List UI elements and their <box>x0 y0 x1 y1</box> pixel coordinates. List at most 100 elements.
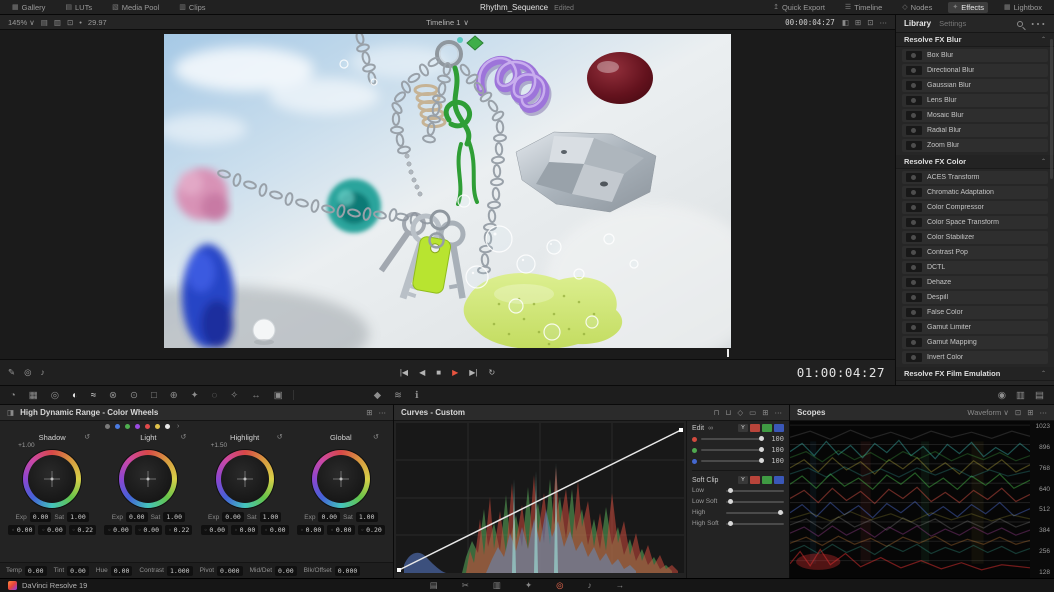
soft-clip-slider[interactable] <box>726 523 784 525</box>
fx-item[interactable]: Mosaic Blur <box>902 109 1048 122</box>
fx-item[interactable]: Box Blur <box>902 49 1048 62</box>
top-bar-button[interactable]: ↥ Quick Export <box>769 2 829 13</box>
page-button[interactable]: ♪ <box>587 580 591 591</box>
tab-library[interactable]: Library <box>904 19 931 28</box>
zone-next-icon[interactable]: › <box>177 423 179 430</box>
timeline-select[interactable]: Timeline 1∨ <box>426 18 469 27</box>
palette-icon[interactable]: ≈ <box>91 390 96 401</box>
fx-item[interactable]: Chromatic Adaptation <box>902 186 1048 199</box>
rgb-value[interactable]: ◦0.00 <box>231 525 258 535</box>
scopes-header-icon[interactable]: ⋯ <box>1040 408 1048 417</box>
viewer-canvas[interactable] <box>164 34 731 348</box>
zone-dot[interactable] <box>135 424 140 429</box>
sat-value[interactable]: 1.00 <box>67 512 89 522</box>
fx-item[interactable]: Despill <box>902 291 1048 304</box>
scopes-header-icon[interactable]: ⊞ <box>1027 408 1033 417</box>
exp-value[interactable]: 0.00 <box>222 512 244 522</box>
curves-header-icon[interactable]: ⊔ <box>725 408 731 417</box>
zone-dot[interactable] <box>125 424 130 429</box>
curves-header-icon[interactable]: ◇ <box>737 408 743 417</box>
transport-button[interactable]: |◀ <box>400 368 408 377</box>
sat-value[interactable]: 1.00 <box>163 512 185 522</box>
scope-mode-select[interactable]: Waveform ∨ <box>967 408 1009 417</box>
fx-item[interactable]: Dehaze <box>902 276 1048 289</box>
playhead-marker[interactable] <box>727 349 729 357</box>
palette-icon[interactable]: ◎ <box>51 390 59 401</box>
clip-position-strip[interactable] <box>164 350 731 355</box>
palette-icon[interactable]: ▣ <box>274 390 283 401</box>
channel-button[interactable] <box>762 424 772 432</box>
parameter-value[interactable]: 0.00 <box>275 566 297 576</box>
reset-icon[interactable]: ↺ <box>373 433 379 441</box>
channel-button[interactable] <box>774 424 784 432</box>
curves-header-icon[interactable]: ⊞ <box>762 408 768 417</box>
soft-clip-slider[interactable] <box>726 512 784 514</box>
page-button[interactable]: ▤ <box>430 580 438 591</box>
channel-value[interactable]: 100 <box>768 457 784 465</box>
palette-icon[interactable]: ▤ <box>1035 390 1044 401</box>
soft-clip-slider[interactable] <box>726 490 784 492</box>
rgb-value[interactable]: ◦0.00 <box>261 525 288 535</box>
rgb-value[interactable]: ◦0.00 <box>38 525 65 535</box>
color-wheel[interactable] <box>119 450 177 508</box>
scopes-header-icon[interactable]: ⊡ <box>1015 408 1021 417</box>
palette-icon[interactable]: ◌ <box>212 390 218 401</box>
transport-button[interactable]: ◀ <box>419 368 425 377</box>
fx-item[interactable]: Gaussian Blur <box>902 79 1048 92</box>
palette-icon[interactable]: ✧ <box>230 390 238 401</box>
channel-button[interactable] <box>750 476 760 484</box>
viewer-toolbar-icon[interactable]: ⊡ <box>67 18 73 27</box>
viewer-toolbar-icon[interactable]: ⋯ <box>880 18 888 27</box>
library-section-header[interactable]: Resolve FX Blur ⌃ <box>896 33 1054 47</box>
fx-item[interactable]: Contrast Pop <box>902 246 1048 259</box>
hdr-grid-icon[interactable]: ⊞ <box>366 408 372 417</box>
scrollbar[interactable] <box>1050 39 1053 179</box>
zone-dot[interactable] <box>105 424 110 429</box>
channel-button[interactable]: Y <box>738 476 748 484</box>
soft-clip-slider[interactable] <box>726 501 784 503</box>
viewer-tool-icon[interactable]: ◎ <box>24 367 31 378</box>
top-bar-button[interactable]: ▧ Media Pool <box>108 2 163 13</box>
sat-value[interactable]: 1.00 <box>356 512 378 522</box>
channel-button[interactable] <box>774 476 784 484</box>
top-bar-button[interactable]: ▤ LUTs <box>61 2 96 13</box>
color-wheel[interactable] <box>23 450 81 508</box>
zone-dot[interactable] <box>145 424 150 429</box>
top-bar-button[interactable]: ☰ Timeline <box>841 2 886 13</box>
palette-icon[interactable]: ⊙ <box>130 390 138 401</box>
palette-icon[interactable]: □ <box>151 390 157 401</box>
viewer-tool-icon[interactable]: ♪ <box>41 367 45 378</box>
transport-button[interactable]: ▶| <box>469 368 477 377</box>
fx-item[interactable]: Gamut Mapping <box>902 336 1048 349</box>
rgb-value[interactable]: ◦0.00 <box>297 525 324 535</box>
rgb-value[interactable]: ◦0.00 <box>327 525 354 535</box>
fx-item[interactable]: Invert Color <box>902 351 1048 364</box>
zoom-select[interactable]: 145% ∨ <box>8 18 35 27</box>
palette-icon[interactable]: ℹ <box>415 390 419 401</box>
palette-icon[interactable]: ◆ <box>374 390 381 401</box>
channel-button[interactable] <box>750 424 760 432</box>
channel-slider[interactable] <box>701 460 764 462</box>
channel-slider[interactable] <box>701 449 764 451</box>
transport-button[interactable]: ■ <box>436 368 441 377</box>
rgb-value[interactable]: ◦0.20 <box>358 525 385 535</box>
page-button[interactable]: ▥ <box>493 580 501 591</box>
curves-graph[interactable] <box>396 423 684 573</box>
fx-item[interactable]: Color Compressor <box>902 201 1048 214</box>
rgb-value[interactable]: ◦0.00 <box>135 525 162 535</box>
page-button[interactable]: ◎ <box>556 580 563 591</box>
zone-dot[interactable] <box>155 424 160 429</box>
search-icon[interactable] <box>1017 21 1023 27</box>
viewer-toolbar-icon[interactable]: ⊡ <box>867 18 873 27</box>
top-bar-button[interactable]: ▥ Clips <box>175 2 209 13</box>
fx-item[interactable]: ACES Transform <box>902 171 1048 184</box>
rgb-value[interactable]: ◦0.00 <box>201 525 228 535</box>
reset-icon[interactable]: ↺ <box>84 433 90 441</box>
library-section-header[interactable]: Resolve FX Color ⌃ <box>896 155 1054 169</box>
library-more-icon[interactable]: ⋯ <box>1030 15 1046 34</box>
parameter-value[interactable]: 0.00 <box>67 566 89 576</box>
palette-icon[interactable]: ⊗ <box>109 390 117 401</box>
page-button[interactable]: ✂ <box>462 580 469 591</box>
channel-button[interactable]: Y <box>738 424 748 432</box>
palette-icon[interactable]: ◐ <box>72 390 78 401</box>
